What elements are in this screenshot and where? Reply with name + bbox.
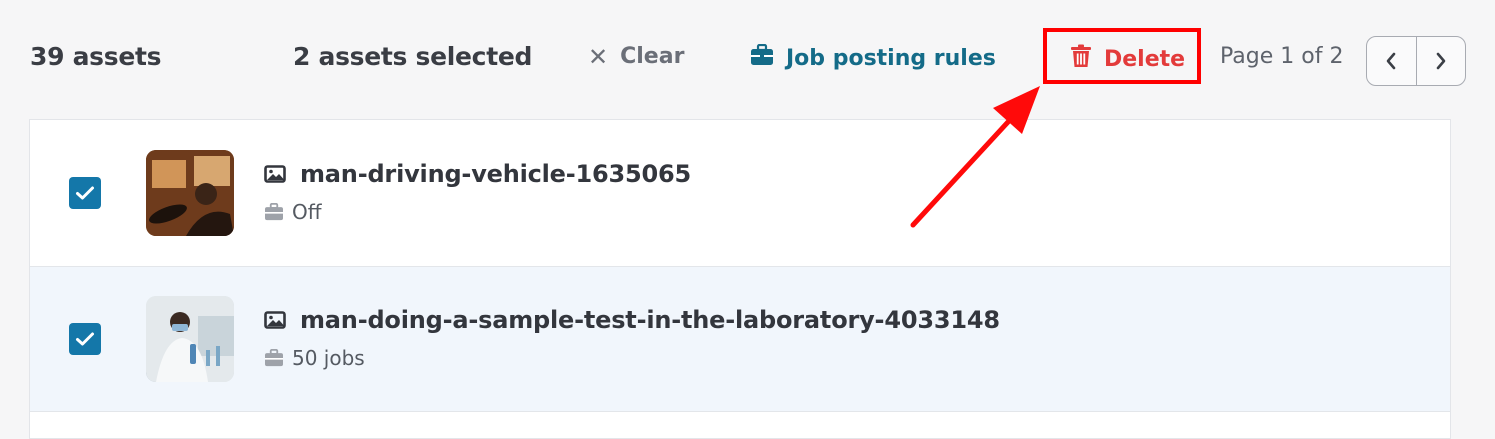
close-icon: ✕: [588, 42, 609, 71]
briefcase-icon: [750, 43, 774, 72]
chevron-left-icon: [1386, 52, 1396, 70]
clear-label: Clear: [620, 44, 685, 69]
asset-job-status: Off: [264, 200, 322, 224]
asset-job-status: 50 jobs: [264, 346, 365, 370]
asset-thumbnail[interactable]: [146, 296, 234, 382]
trash-icon: [1070, 44, 1092, 74]
job-status-text: 50 jobs: [292, 346, 365, 370]
checkmark-icon: [76, 186, 94, 200]
image-icon: [264, 311, 286, 329]
page-indicator: Page 1 of 2: [1220, 44, 1344, 69]
selected-count: 2 assets selected: [293, 42, 533, 71]
pagination-controls: [1366, 36, 1466, 86]
row-checkbox[interactable]: [69, 323, 101, 355]
asset-thumbnail[interactable]: [146, 150, 234, 236]
row-checkbox[interactable]: [69, 177, 101, 209]
asset-title[interactable]: man-doing-a-sample-test-in-the-laborator…: [264, 306, 1000, 334]
clear-selection-button[interactable]: ✕ Clear: [588, 44, 684, 69]
asset-row[interactable]: man-doing-a-sample-test-in-the-laborator…: [30, 267, 1450, 412]
delete-button[interactable]: Delete: [1070, 44, 1185, 74]
asset-title[interactable]: man-driving-vehicle-1635065: [264, 160, 691, 188]
checkmark-icon: [76, 332, 94, 346]
delete-label: Delete: [1104, 46, 1186, 72]
selection-toolbar: 39 assets 2 assets selected ✕ Clear Job …: [0, 0, 1495, 120]
asset-row[interactable]: man-driving-vehicle-1635065 Off: [30, 120, 1450, 267]
job-posting-rules-label: Job posting rules: [786, 45, 996, 71]
next-page-button[interactable]: [1415, 37, 1466, 85]
asset-name: man-doing-a-sample-test-in-the-laborator…: [300, 306, 1000, 334]
image-icon: [264, 165, 286, 183]
job-status-text: Off: [292, 200, 322, 224]
asset-count: 39 assets: [30, 42, 162, 71]
job-posting-rules-button[interactable]: Job posting rules: [750, 43, 996, 72]
asset-list: man-driving-vehicle-1635065 Off man-doin…: [29, 119, 1451, 439]
previous-page-button[interactable]: [1367, 37, 1416, 85]
briefcase-icon: [265, 203, 283, 221]
briefcase-icon: [265, 349, 283, 367]
chevron-right-icon: [1436, 52, 1446, 70]
asset-name: man-driving-vehicle-1635065: [300, 160, 692, 188]
